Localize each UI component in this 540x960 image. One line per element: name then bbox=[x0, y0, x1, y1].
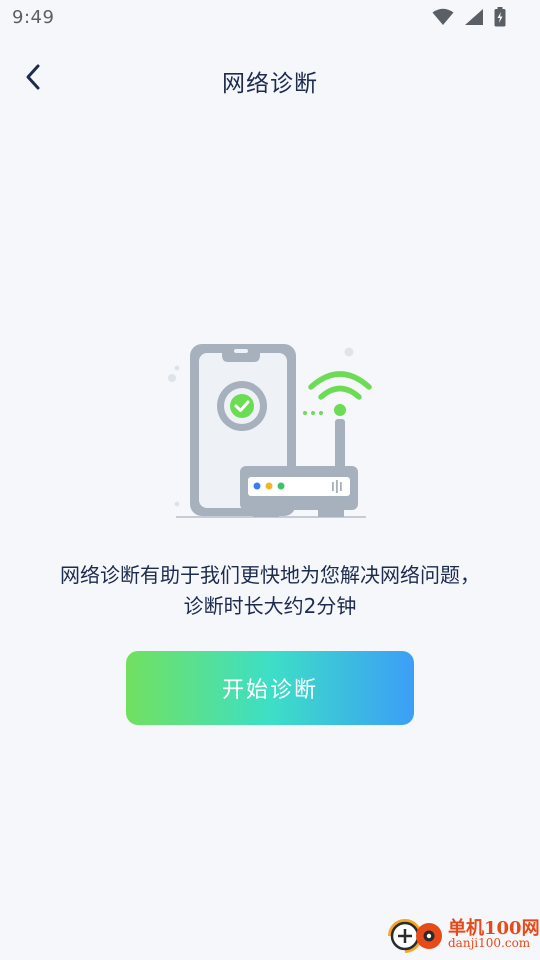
cellular-signal-icon bbox=[464, 8, 484, 30]
watermark: 单机100网 danji100.com bbox=[384, 912, 540, 960]
status-bar: 9:49 bbox=[0, 0, 540, 36]
battery-charging-icon bbox=[494, 7, 506, 31]
decor-dot-icon bbox=[174, 365, 180, 371]
diagnosis-description: 网络诊断有助于我们更快地为您解决网络问题， 诊断时长大约2分钟 bbox=[20, 560, 520, 622]
page-title: 网络诊断 bbox=[222, 71, 318, 97]
status-icons bbox=[432, 7, 506, 31]
watermark-logo-icon bbox=[384, 914, 446, 960]
wifi-signal-icon bbox=[303, 371, 372, 416]
decor-dot-icon bbox=[344, 347, 354, 357]
watermark-domain: danji100.com bbox=[448, 936, 531, 950]
description-line-2: 诊断时长大约2分钟 bbox=[183, 594, 357, 618]
app-header: 网络诊断 bbox=[0, 52, 540, 108]
description-line-1: 网络诊断有助于我们更快地为您解决网络问题， bbox=[60, 563, 480, 587]
decor-dot-icon bbox=[174, 501, 180, 507]
decor-dot-icon bbox=[168, 374, 176, 382]
start-diagnosis-button[interactable]: 开始诊断 bbox=[126, 651, 414, 725]
network-diagnosis-illustration bbox=[160, 335, 380, 525]
wifi-icon bbox=[432, 8, 454, 30]
check-circle-icon bbox=[217, 381, 267, 431]
status-time: 9:49 bbox=[12, 7, 55, 28]
